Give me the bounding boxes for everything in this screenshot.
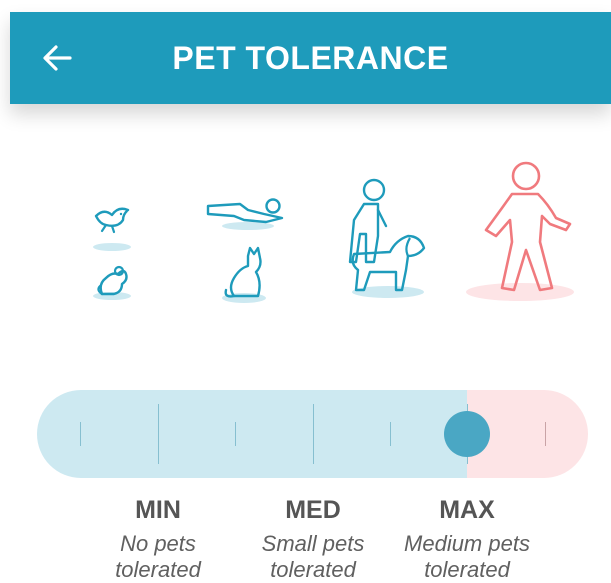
slider-fill <box>37 390 467 478</box>
bird-icon <box>93 207 131 251</box>
pet-illustrations <box>0 150 611 320</box>
level-med-description: Small pets tolerated <box>261 531 365 582</box>
slider-tick-med <box>313 404 314 464</box>
tolerance-slider[interactable] <box>37 390 588 478</box>
level-med[interactable]: MED Small pets tolerated <box>223 495 403 583</box>
level-max-description: Medium pets tolerated <box>404 531 530 582</box>
person-lying-icon <box>206 198 284 230</box>
slider-tick <box>390 422 391 446</box>
level-max[interactable]: MAX Medium pets tolerated <box>377 495 557 583</box>
slider-tick <box>545 422 546 446</box>
page-title: PET TOLERANCE <box>172 40 449 76</box>
dog-icon <box>351 234 426 298</box>
level-min-label: MIN <box>135 496 181 524</box>
level-max-label: MAX <box>439 496 495 524</box>
slider-tick <box>80 422 81 446</box>
cat-icon <box>222 246 266 303</box>
slider-thumb[interactable] <box>444 411 490 457</box>
level-med-label: MED <box>285 496 341 524</box>
mouse-icon <box>93 265 131 300</box>
slider-tick-min <box>158 404 159 464</box>
level-min[interactable]: MIN No pets tolerated <box>68 495 248 583</box>
level-min-description: No pets tolerated <box>115 531 201 582</box>
person-walking-icon <box>466 161 574 301</box>
app-bar: PET TOLERANCE <box>10 12 611 104</box>
slider-tick <box>235 422 236 446</box>
